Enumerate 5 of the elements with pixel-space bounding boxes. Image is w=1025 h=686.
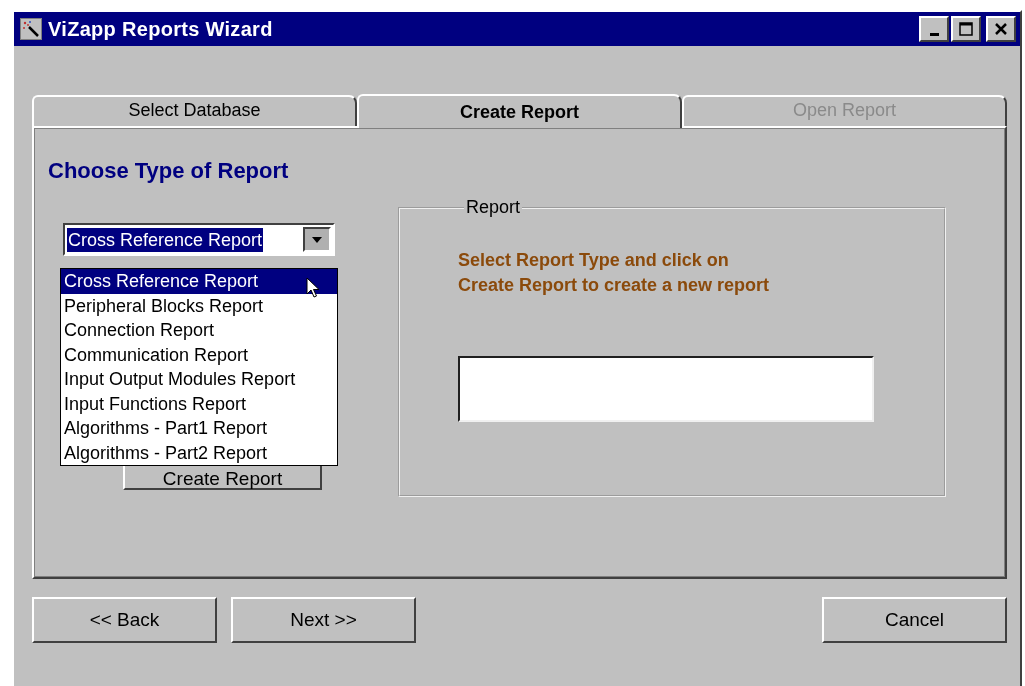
group-title: Report: [465, 197, 522, 218]
section-heading: Choose Type of Report: [48, 158, 290, 184]
instruction-text: Select Report Type and click on Create Report to create a new report: [458, 249, 771, 297]
dropdown-value: Cross Reference Report: [67, 227, 264, 252]
window-title: ViZapp Reports Wizard: [48, 17, 273, 41]
